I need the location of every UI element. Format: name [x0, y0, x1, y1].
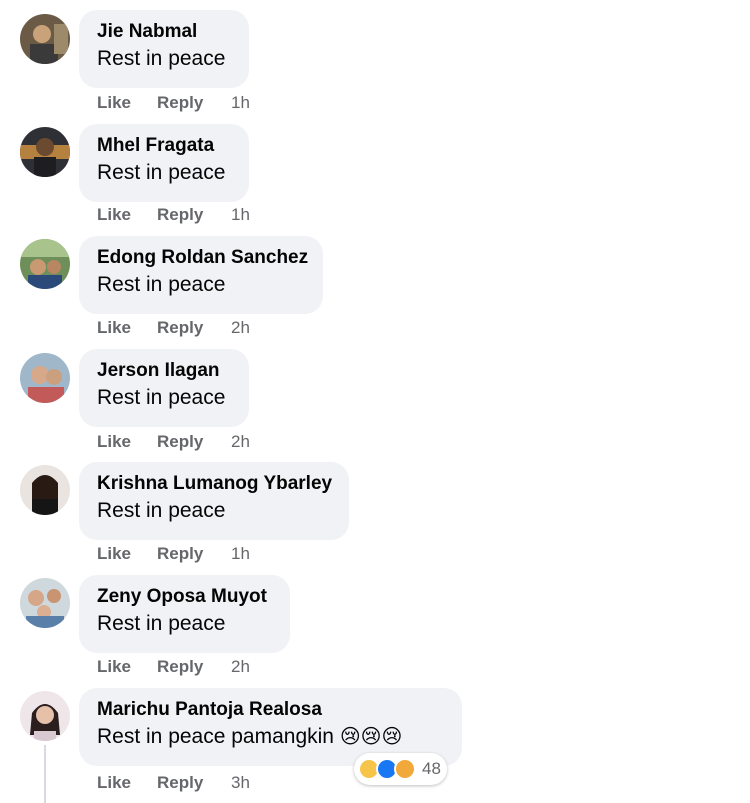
like-button[interactable]: Like	[97, 93, 131, 113]
comment-time[interactable]: 1h	[231, 93, 250, 113]
avatar[interactable]	[20, 353, 70, 403]
like-button[interactable]: Like	[97, 657, 131, 677]
comment-author[interactable]: Zeny Oposa Muyot	[97, 585, 272, 609]
comment-author[interactable]: Krishna Lumanog Ybarley	[97, 472, 332, 496]
comment-text: Rest in peace pamangkin 😢😢😢	[97, 722, 444, 752]
comment-author[interactable]: Jie Nabmal	[97, 20, 231, 44]
comment-time[interactable]: 1h	[231, 205, 250, 225]
reply-button[interactable]: Reply	[157, 318, 203, 338]
reply-button[interactable]: Reply	[157, 205, 203, 225]
avatar[interactable]	[20, 691, 70, 741]
avatar[interactable]	[20, 127, 70, 177]
avatar[interactable]	[20, 239, 70, 289]
comment-bubble: Edong Roldan Sanchez Rest in peace	[79, 236, 323, 314]
like-button[interactable]: Like	[97, 432, 131, 452]
comment-text-body: Rest in peace pamangkin	[97, 725, 334, 748]
comment-time[interactable]: 2h	[231, 318, 250, 338]
comment-author[interactable]: Mhel Fragata	[97, 134, 231, 158]
reaction-count: 48	[422, 759, 441, 778]
comment-bubble: Krishna Lumanog Ybarley Rest in peace	[79, 462, 349, 540]
comment-text: Rest in peace	[97, 161, 226, 184]
sad-emoji: 😢😢😢	[339, 726, 403, 748]
comment-time[interactable]: 2h	[231, 432, 250, 452]
reactions-summary[interactable]: 48	[354, 753, 447, 785]
comment-text: Rest in peace	[97, 273, 226, 296]
like-button[interactable]: Like	[97, 205, 131, 225]
care-icon	[394, 758, 416, 780]
comment-time[interactable]: 2h	[231, 657, 250, 677]
comment-author[interactable]: Marichu Pantoja Realosa	[97, 698, 444, 722]
comment-bubble: Jie Nabmal Rest in peace	[79, 10, 249, 88]
comment-time[interactable]: 3h	[231, 773, 250, 793]
avatar[interactable]	[20, 14, 70, 64]
comment-author[interactable]: Edong Roldan Sanchez	[97, 246, 308, 270]
comment-text: Rest in peace	[97, 612, 226, 635]
comment-text: Rest in peace	[97, 499, 226, 522]
comment-bubble: Mhel Fragata Rest in peace	[79, 124, 249, 202]
comment-time[interactable]: 1h	[231, 544, 250, 564]
avatar[interactable]	[20, 465, 70, 515]
reply-button[interactable]: Reply	[157, 657, 203, 677]
reply-button[interactable]: Reply	[157, 432, 203, 452]
like-button[interactable]: Like	[97, 544, 131, 564]
comment-bubble: Jerson Ilagan Rest in peace	[79, 349, 249, 427]
comment-text: Rest in peace	[97, 47, 226, 70]
avatar[interactable]	[20, 578, 70, 628]
reply-button[interactable]: Reply	[157, 773, 203, 793]
comment-author[interactable]: Jerson Ilagan	[97, 359, 231, 383]
reply-thread-line	[44, 745, 46, 803]
like-button[interactable]: Like	[97, 318, 131, 338]
comment-text: Rest in peace	[97, 386, 226, 409]
reply-button[interactable]: Reply	[157, 93, 203, 113]
like-button[interactable]: Like	[97, 773, 131, 793]
reply-button[interactable]: Reply	[157, 544, 203, 564]
comment-bubble: Zeny Oposa Muyot Rest in peace	[79, 575, 290, 653]
